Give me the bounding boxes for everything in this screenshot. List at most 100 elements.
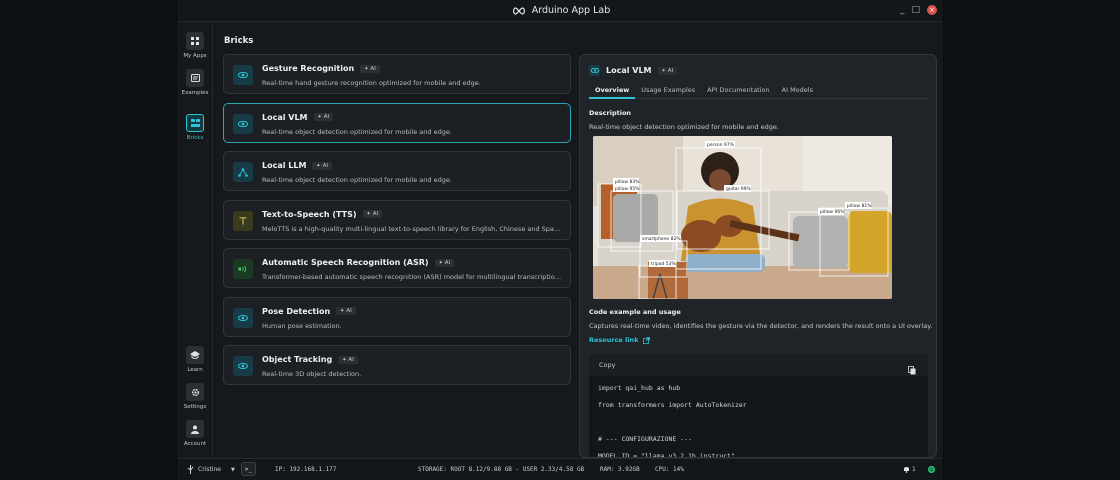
detection-label: smartphone 82% xyxy=(642,236,681,242)
sidebar-item-bricks[interactable]: Bricks xyxy=(177,114,213,141)
close-button[interactable]: × xyxy=(927,5,937,15)
sidebar-item-label: Examples xyxy=(181,90,209,96)
code-description: Captures real-time video, identifies the… xyxy=(589,322,933,330)
status-bar: Cristine ▼ >_ IP: 192.168.1.177 STORAGE:… xyxy=(177,458,943,480)
detection-label: guitar 99% xyxy=(726,186,751,192)
brick-description: Real-time hand gesture recognition optim… xyxy=(262,79,481,87)
brick-description: MeloTTS is a high-quality multi-lingual … xyxy=(262,224,562,233)
terminal-icon: >_ xyxy=(244,465,253,473)
brick-card[interactable]: Object Tracking ✦ AI Real-time 3D object … xyxy=(223,345,571,385)
tab-overview[interactable]: Overview xyxy=(589,83,636,99)
detection-label: person 97% xyxy=(707,142,735,148)
eye-icon xyxy=(233,65,253,85)
board-user-name: Cristine xyxy=(198,466,221,473)
title-bar: Arduino App Lab _ □ × xyxy=(177,0,943,22)
network-icon xyxy=(233,162,253,182)
eye-icon xyxy=(233,113,253,134)
sidebar-item-label: Account xyxy=(183,441,207,447)
sidebar-item-examples[interactable]: Examples xyxy=(177,69,213,96)
ai-badge: ✦ AI xyxy=(657,66,678,75)
eye-icon xyxy=(233,356,253,376)
brick-card[interactable]: Gesture Recognition ✦ AI Real-time hand g… xyxy=(223,54,571,94)
brick-title: Local VLM ✦ AI xyxy=(262,113,334,122)
brick-card[interactable]: Pose Detection ✦ AI Human pose estimation… xyxy=(223,296,571,337)
brick-description: Transformer-based automatic speech recog… xyxy=(262,273,562,281)
usb-icon xyxy=(187,465,194,474)
code-heading: Code example and usage xyxy=(589,308,681,316)
terminal-button[interactable]: >_ xyxy=(241,462,256,476)
bell-icon xyxy=(904,467,909,473)
brick-title: Local LLM ✦ AI xyxy=(262,161,333,170)
sidebar-item-account[interactable]: Account xyxy=(177,420,213,447)
ip-address: IP: 192.168.1.177 xyxy=(275,466,337,473)
detail-tabs: Overview Usage Examples API Documentation A… xyxy=(589,83,929,99)
grid-icon xyxy=(186,32,204,50)
examples-icon xyxy=(186,69,204,87)
brick-description: Real-time 3D object detection. xyxy=(262,370,362,378)
description-text: Real-time object detection optimized for… xyxy=(589,123,779,131)
ai-badge: ✦ AI xyxy=(313,113,334,121)
maximize-button[interactable]: □ xyxy=(911,5,920,15)
brick-title: Pose Detection ✦ AI xyxy=(262,307,356,316)
brick-description: Real-time object detection optimized for… xyxy=(262,127,452,136)
brick-card[interactable]: Local VLM ✦ AI Real-time object detection… xyxy=(223,102,571,143)
ai-badge: ✦ AI xyxy=(312,161,333,170)
chevron-down-icon: ▼ xyxy=(230,466,235,473)
bricks-icon xyxy=(186,114,204,132)
external-link-icon xyxy=(642,336,650,344)
cpu-usage: CPU: 14% xyxy=(655,466,684,473)
sidebar-item-label: Settings xyxy=(183,404,207,410)
sidebar-item-label: Learn xyxy=(187,367,203,373)
eye-icon xyxy=(589,65,600,76)
copy-icon[interactable] xyxy=(908,360,916,379)
brick-detail-panel: Local VLM ✦ AI Overview Usage Examples API… xyxy=(579,54,937,458)
board-selector[interactable]: Cristine ▼ xyxy=(187,465,235,474)
sidebar-item-learn[interactable]: Learn xyxy=(177,346,213,373)
code-header: Copy xyxy=(589,354,928,376)
description-heading: Description xyxy=(589,109,632,117)
sidebar-item-label: My Apps xyxy=(183,53,207,59)
code-line: from transformers import AutoTokenizer xyxy=(598,401,747,409)
resource-link[interactable]: Resource link xyxy=(589,336,650,344)
minimize-button[interactable]: _ xyxy=(900,5,905,15)
brick-title: Object Tracking ✦ AI xyxy=(262,355,358,364)
audio-icon xyxy=(233,259,253,279)
sparkle-icon: ✦ xyxy=(366,211,371,217)
brick-title: Gesture Recognition ✦ AI xyxy=(262,64,380,73)
ai-badge: ✦ AI xyxy=(434,258,455,267)
sparkle-icon: ✦ xyxy=(340,308,345,314)
sparkle-icon: ✦ xyxy=(661,67,666,74)
brick-card[interactable]: Automatic Speech Recognition (ASR) ✦ AI T… xyxy=(223,248,571,288)
detail-title: Local VLM xyxy=(606,66,652,75)
user-icon xyxy=(186,420,204,438)
ai-badge: ✦ AI xyxy=(362,210,383,218)
ai-badge: ✦ AI xyxy=(360,64,380,73)
storage-usage: STORAGE: ROOT 8.12/9.88 GB - USER 2.33/4… xyxy=(418,466,585,473)
sparkle-icon: ✦ xyxy=(317,114,322,120)
learn-icon xyxy=(186,346,204,364)
brick-description: Real-time object detection optimized for… xyxy=(262,176,452,184)
code-block: Copy import qai_hub as hub from transform… xyxy=(589,354,928,457)
sidebar-item-settings[interactable]: Settings xyxy=(177,383,213,410)
sparkle-icon: ✦ xyxy=(438,259,443,266)
detection-label: pillow 81% xyxy=(847,203,872,209)
brick-title: Text-to-Speech (TTS) ✦ AI xyxy=(262,210,383,219)
ram-usage: RAM: 3.92GB xyxy=(600,466,640,473)
notifications-button[interactable]: 1 xyxy=(903,465,916,473)
text-icon xyxy=(233,210,253,231)
detail-header: Local VLM ✦ AI xyxy=(589,65,678,76)
tab-usage-examples[interactable]: Usage Examples xyxy=(635,83,701,99)
detection-label: tripod 53% xyxy=(651,261,676,267)
brick-card[interactable]: Local LLM ✦ AI Real-time object detection… xyxy=(223,151,571,191)
copy-label: Copy xyxy=(599,361,616,369)
detection-label: pillow 83% xyxy=(615,179,640,185)
sidebar: My Apps Examples Bricks Learn Settings A… xyxy=(177,22,213,458)
sidebar-item-label: Bricks xyxy=(186,135,204,141)
brick-title: Automatic Speech Recognition (ASR) ✦ AI xyxy=(262,258,455,267)
tab-ai-models[interactable]: AI Models xyxy=(776,83,819,99)
brick-card[interactable]: Text-to-Speech (TTS) ✦ AI MeloTTS is a hi… xyxy=(223,199,571,240)
code-line: # --- CONFIGURAZIONE --- xyxy=(598,435,692,443)
detection-label: pillow 96% xyxy=(820,209,845,215)
sidebar-item-my-apps[interactable]: My Apps xyxy=(177,32,213,59)
tab-api-documentation[interactable]: API Documentation xyxy=(701,83,775,99)
